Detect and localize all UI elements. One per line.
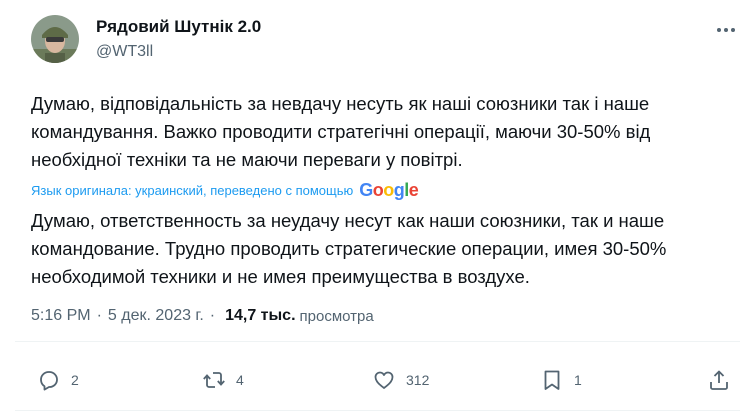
avatar[interactable]	[31, 15, 79, 63]
tweet-text: Думаю, відповідальність за невдачу несут…	[31, 93, 651, 170]
tweet-date[interactable]: 5 дек. 2023 г.	[108, 307, 204, 325]
meta-separator: ·	[96, 307, 102, 324]
google-logo-letter: g	[393, 179, 405, 200]
views-label: просмотра	[299, 307, 374, 325]
repost-button[interactable]: 4	[202, 360, 244, 400]
repost-count: 4	[236, 372, 244, 388]
reply-count: 2	[71, 372, 79, 388]
tweet-meta: 5:16 PM · 5 дек. 2023 г. · 14,7 тыс. про…	[31, 304, 374, 328]
bookmark-button[interactable]: 1	[540, 360, 582, 400]
views-count: 14,7 тыс.	[225, 307, 296, 324]
like-button[interactable]: 312	[372, 360, 429, 400]
reply-button[interactable]: 2	[37, 360, 79, 400]
bookmark-icon	[540, 368, 564, 392]
share-button[interactable]	[707, 360, 731, 400]
translated-text: Думаю, ответственность за неудачу несут …	[31, 210, 667, 287]
like-count: 312	[406, 372, 430, 388]
more-button[interactable]	[708, 18, 744, 42]
heart-icon	[372, 368, 396, 392]
author-name[interactable]: Рядовий Шутнік 2.0	[96, 17, 261, 37]
share-icon	[707, 368, 731, 392]
author-handle[interactable]: @WT3ll	[96, 43, 153, 61]
meta-separator: ·	[209, 307, 216, 324]
google-logo-letter: o	[372, 179, 384, 200]
google-logo-letter: o	[383, 179, 394, 200]
divider	[15, 410, 740, 411]
google-logo-letter: e	[408, 179, 419, 200]
divider	[15, 341, 740, 342]
more-icon	[716, 27, 736, 33]
tweet-time[interactable]: 5:16 PM	[31, 307, 91, 325]
tweet-card: Рядовий Шутнік 2.0 @WT3ll Думаю, відпові…	[0, 0, 754, 413]
action-bar: 2 4 312 1	[0, 360, 754, 400]
translation-notice: Язык оригинала: украинский, переведено с…	[31, 179, 419, 201]
reply-icon	[37, 368, 61, 392]
google-logo-letter: G	[359, 179, 373, 200]
repost-icon	[202, 368, 226, 392]
bookmark-count: 1	[574, 372, 582, 388]
google-logo: Google	[359, 179, 419, 201]
translation-label[interactable]: Язык оригинала: украинский, переведено с…	[31, 183, 353, 198]
